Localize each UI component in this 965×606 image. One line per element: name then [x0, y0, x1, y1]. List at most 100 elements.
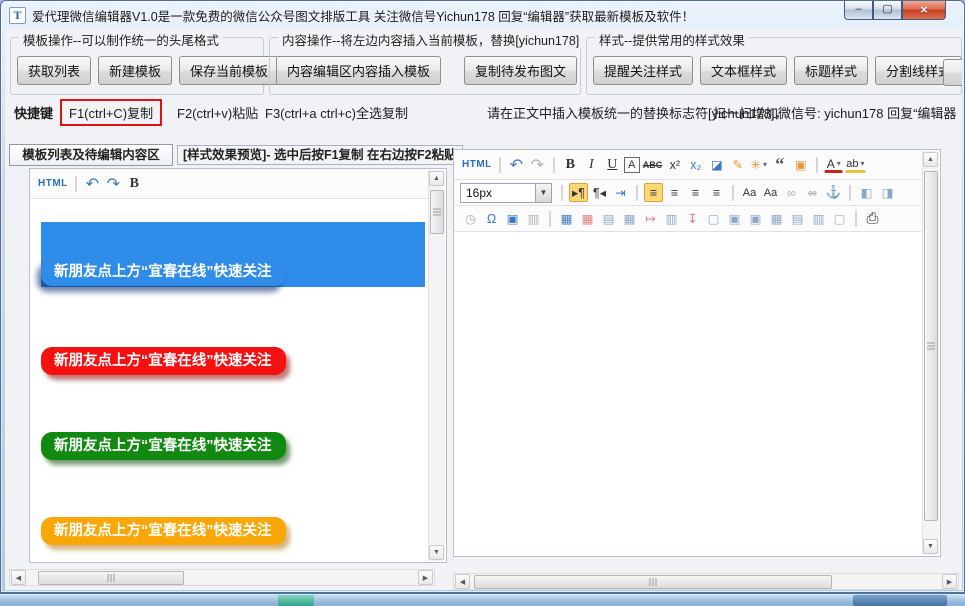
style-banner[interactable]: 新朋友点上方“宜春在线”快速关注 — [41, 222, 425, 287]
left-editor-vscrollbar[interactable] — [428, 170, 445, 561]
float-left-icon[interactable]: ◧ — [857, 183, 876, 202]
insert-row-icon[interactable]: ▦ — [620, 209, 639, 228]
undo-icon[interactable]: ↶ — [83, 174, 102, 193]
blockquote-icon[interactable]: “ — [770, 155, 789, 174]
align-left-icon[interactable]: ≡ — [644, 183, 663, 202]
style-button[interactable]: 提醒关注样式 — [593, 56, 693, 85]
ltr-paragraph-icon[interactable]: ▸¶ — [569, 183, 588, 202]
保存当前模板[interactable]: 保存当前模板 — [179, 56, 279, 85]
font-color-icon[interactable]: A — [824, 157, 843, 173]
taskbar[interactable] — [0, 593, 965, 605]
font-size-select[interactable]: 16px ▼ — [460, 183, 552, 203]
italic-icon[interactable]: I — [582, 155, 601, 174]
right-hscrollbar[interactable] — [453, 573, 959, 590]
align-justify-icon[interactable]: ≡ — [707, 183, 726, 202]
align-center-icon[interactable]: ≡ — [665, 183, 684, 202]
scroll-up-icon[interactable] — [923, 152, 938, 167]
bold-icon[interactable]: B — [125, 174, 144, 193]
right-editor-content[interactable] — [455, 234, 922, 555]
scroll-down-icon[interactable] — [429, 545, 444, 560]
left-hscrollbar[interactable] — [9, 569, 435, 586]
bold-icon[interactable]: B — [561, 155, 580, 174]
link-icon[interactable]: ∞ — [782, 183, 801, 202]
split-rows-icon[interactable]: ▦ — [767, 209, 786, 228]
scroll-thumb[interactable] — [474, 575, 832, 589]
style-button[interactable]: 文本框样式 — [700, 56, 787, 85]
delete-col-icon[interactable]: ↧ — [683, 209, 702, 228]
新建模板[interactable]: 新建模板 — [98, 56, 172, 85]
获取列表[interactable]: 获取列表 — [17, 56, 91, 85]
lowercase-icon[interactable]: Aa — [761, 183, 780, 202]
scroll-left-icon[interactable] — [455, 574, 470, 589]
scroll-thumb[interactable] — [430, 190, 444, 234]
chevron-down-icon[interactable]: ▼ — [535, 184, 551, 202]
titlebar[interactable]: T 爱代理微信编辑器V1.0是一款免费的微信公众号图文排版工具 关注微信号Yic… — [1, 1, 964, 29]
style-button[interactable]: 标题样式 — [794, 56, 868, 85]
scroll-up-icon[interactable] — [429, 171, 444, 186]
print-icon[interactable]: ⎙ — [863, 209, 882, 228]
copy-publish-button[interactable]: 复制待发布图文 — [464, 56, 577, 85]
superscript-icon[interactable]: x² — [665, 155, 684, 174]
table-full-icon[interactable]: ▥ — [809, 209, 828, 228]
scroll-down-icon[interactable] — [923, 539, 938, 554]
taskbar-item[interactable] — [853, 595, 947, 606]
rtl-paragraph-icon[interactable]: ¶◂ — [590, 183, 609, 202]
strikethrough-icon[interactable]: ABC — [642, 155, 664, 174]
minimize-button[interactable]: – — [844, 1, 873, 20]
insert-table-icon[interactable]: ▦ — [557, 209, 576, 228]
scroll-right-icon[interactable] — [418, 570, 433, 585]
eraser-icon[interactable]: ◪ — [707, 155, 726, 174]
group-styles: 样式--提供常用的样式效果 提醒关注样式文本框样式标题样式分割线样式 — [586, 37, 962, 95]
undo-icon[interactable]: ↶ — [507, 155, 526, 174]
table-title-icon[interactable]: ▤ — [599, 209, 618, 228]
tab-template-list[interactable]: 模板列表及待编辑内容区 — [9, 144, 173, 166]
unlink-icon[interactable]: ∞ — [803, 183, 822, 202]
paste-text-icon[interactable]: ▣ — [791, 155, 810, 174]
screenshot-icon[interactable]: ▣ — [503, 209, 522, 228]
merge-cells-icon[interactable]: ▢ — [704, 209, 723, 228]
auto-typeset-icon[interactable]: ✳ — [749, 155, 768, 174]
subscript-icon[interactable]: x₂ — [686, 155, 705, 174]
scroll-left-icon[interactable] — [11, 570, 26, 585]
html-source-icon[interactable]: HTML — [461, 155, 493, 174]
scroll-right-icon[interactable] — [942, 574, 957, 589]
font-border-icon[interactable]: A — [624, 157, 640, 173]
scroll-thumb[interactable] — [924, 171, 938, 521]
anchor-icon[interactable]: ⚓ — [824, 183, 843, 202]
right-editor-vscrollbar[interactable] — [922, 151, 939, 555]
insert-time-icon[interactable]: ◷ — [461, 209, 480, 228]
redo-icon[interactable]: ↷ — [528, 155, 547, 174]
style-button-partial[interactable] — [943, 59, 962, 86]
float-right-icon[interactable]: ◨ — [878, 183, 897, 202]
banner-text: 新朋友点上方“宜春在线”快速关注 — [54, 523, 272, 539]
indent-icon[interactable]: ⇥ — [611, 183, 630, 202]
toolbar-separator — [553, 157, 555, 173]
app-window: T 爱代理微信编辑器V1.0是一款免费的微信公众号图文排版工具 关注微信号Yic… — [0, 0, 965, 593]
underline-icon[interactable]: U — [603, 155, 622, 174]
scroll-thumb[interactable] — [38, 571, 184, 585]
html-source-icon[interactable]: HTML — [37, 174, 69, 193]
taskbar-item[interactable] — [278, 595, 314, 606]
split-cols-icon[interactable]: ▤ — [788, 209, 807, 228]
left-editor-content[interactable]: 新朋友点上方“宜春在线”快速关注 新朋友点上方“宜春在线”快速关注 — [31, 200, 428, 561]
delete-table-icon[interactable]: ▦ — [578, 209, 597, 228]
close-button[interactable]: × — [902, 1, 946, 20]
highlight-color-icon[interactable]: ab — [845, 157, 865, 173]
maximize-button[interactable]: ▢ — [873, 1, 902, 20]
align-right-icon[interactable]: ≡ — [686, 183, 705, 202]
shortcut-bar: 快捷键 F1(ctrl+C)复制 F2(ctrl+v)粘贴 F3(ctrl+a … — [5, 99, 962, 125]
window-controls: – ▢ × — [844, 1, 946, 20]
doc-icon[interactable]: ▢ — [830, 209, 849, 228]
special-char-icon[interactable]: Ω — [482, 209, 501, 228]
toolbar-separator — [849, 185, 851, 201]
merge-down-icon[interactable]: ▣ — [746, 209, 765, 228]
insert-col-icon[interactable]: ▥ — [662, 209, 681, 228]
insert-content-button[interactable]: 内容编辑区内容插入模板 — [276, 56, 441, 85]
merge-right-icon[interactable]: ▣ — [725, 209, 744, 228]
redo-icon[interactable]: ↷ — [104, 174, 123, 193]
insert-col-left-icon[interactable]: ↦ — [641, 209, 660, 228]
word-image-icon[interactable]: ▥ — [524, 209, 543, 228]
format-brush-icon[interactable]: ✎ — [728, 155, 747, 174]
group-template-ops: 模板操作--可以制作统一的头尾格式 获取列表新建模板保存当前模板 — [10, 37, 264, 95]
uppercase-icon[interactable]: Aa — [740, 183, 759, 202]
